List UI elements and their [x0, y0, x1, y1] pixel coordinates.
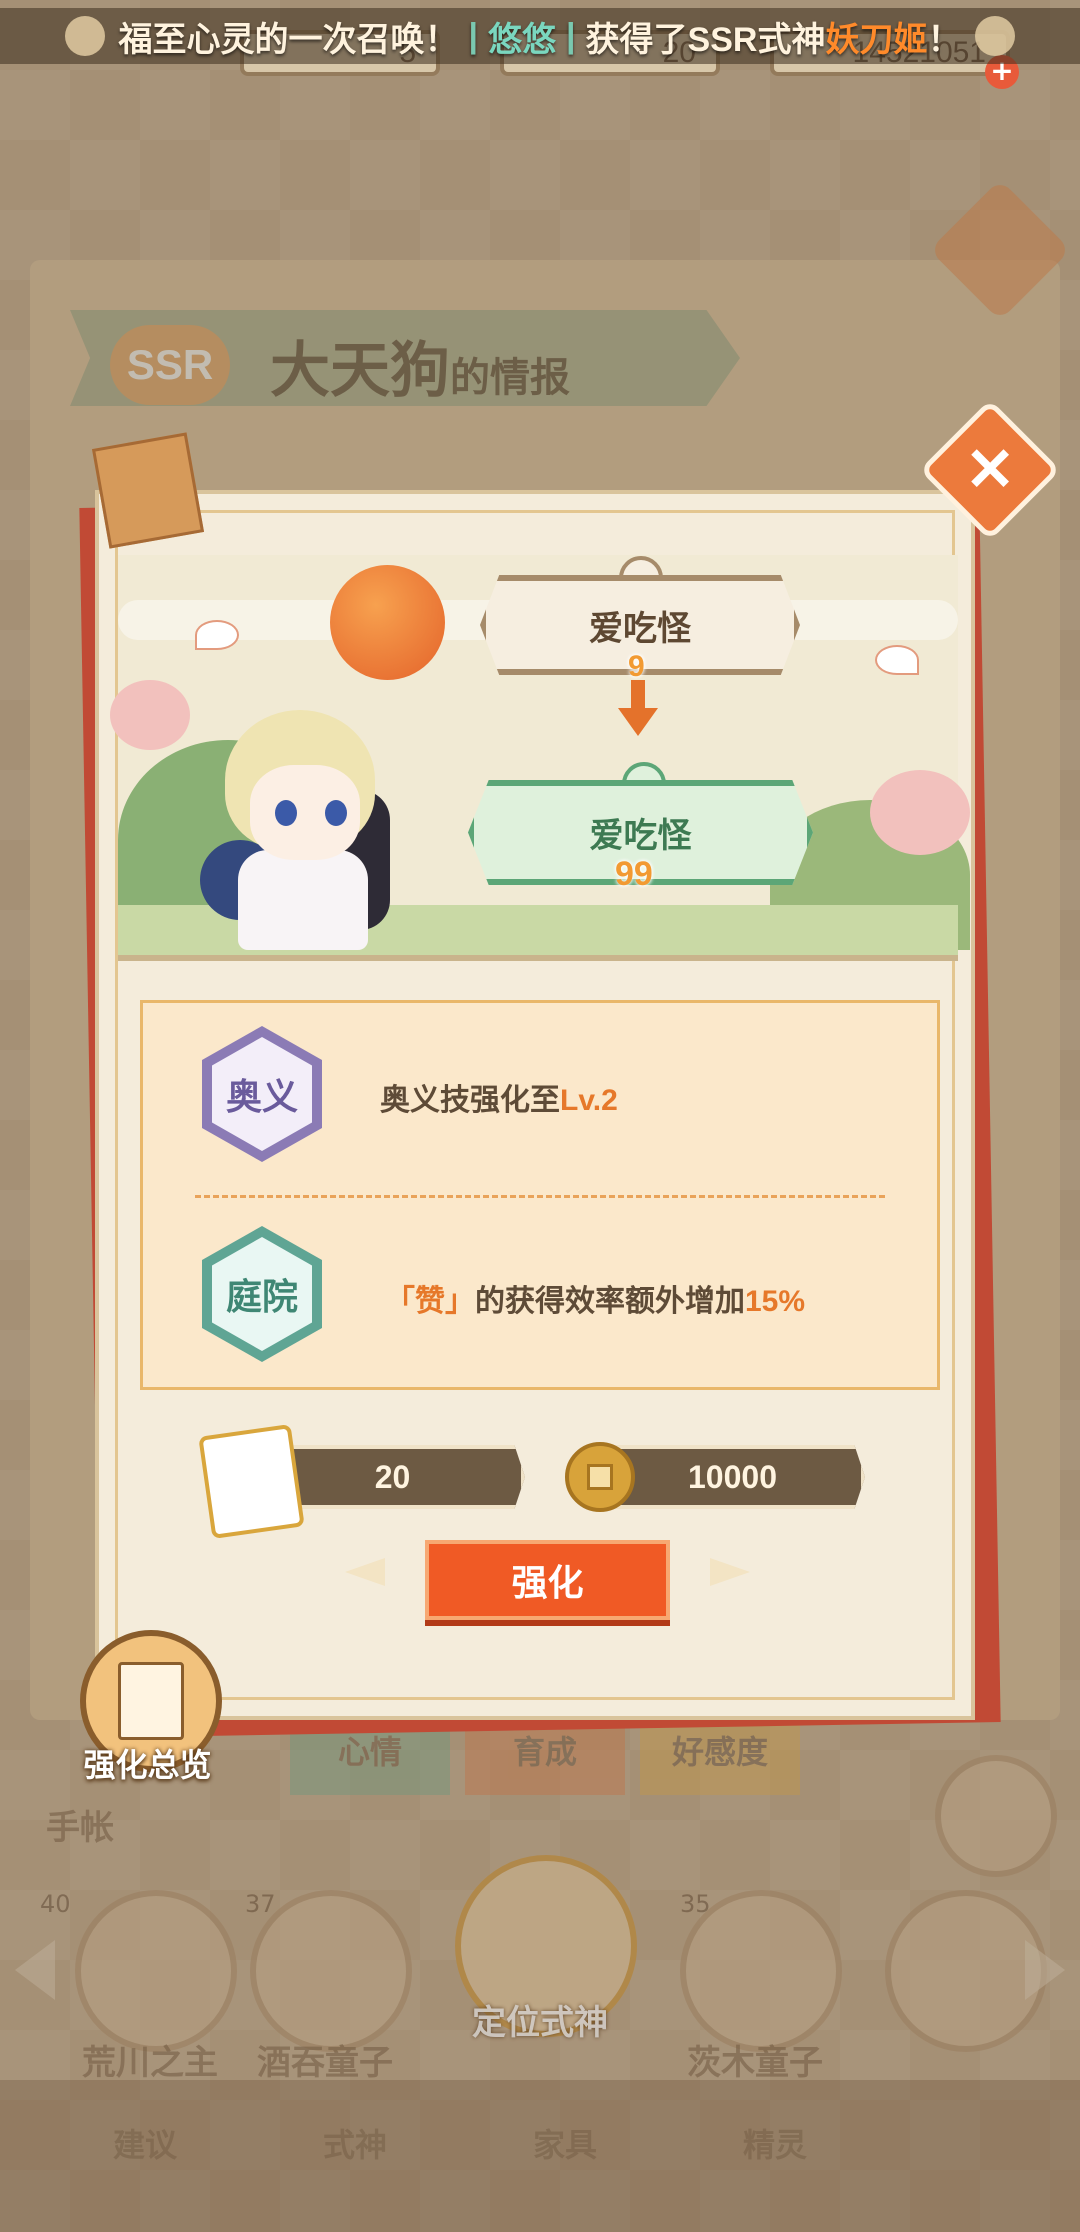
- deco-arrow-right-icon: [710, 1558, 750, 1586]
- coin-hole: [587, 1464, 613, 1490]
- flower-icon: [64, 16, 105, 56]
- character-eye: [275, 800, 297, 826]
- effect-ougi: 奥义技强化至Lv.2: [380, 1075, 618, 1119]
- announcement-ticker: 福至心灵的一次召唤！ | 悠悠 | 获得了SSR式神 妖刀姬 ！: [0, 8, 1080, 64]
- scene-divider: [118, 955, 958, 961]
- bird-icon: [195, 620, 239, 650]
- card-cost-value: 20: [374, 1458, 411, 1495]
- flower-icon: [975, 16, 1016, 56]
- document-icon: [118, 1662, 184, 1740]
- ticker-separator: |: [468, 16, 479, 55]
- effect-ougi-value: Lv.2: [560, 1084, 618, 1117]
- level-from: 9: [628, 650, 645, 683]
- close-icon: ✕: [964, 436, 1016, 503]
- ticker-shikigami: 妖刀姬: [825, 20, 928, 59]
- effect-courtyard-item: 「赞」: [385, 1285, 475, 1318]
- effect-courtyard-value: 15%: [745, 1285, 806, 1318]
- character-body: [238, 850, 368, 950]
- enhance-button[interactable]: 强化: [425, 1540, 670, 1620]
- ticker-text: 福至心灵的一次召唤！: [118, 20, 459, 59]
- wood-tag-icon: [91, 432, 205, 549]
- level-to: 99: [615, 855, 653, 893]
- panel-divider: [195, 1195, 885, 1198]
- arrow-down-icon: [631, 680, 645, 710]
- sun-icon: [330, 565, 445, 680]
- enhance-overview-label[interactable]: 强化总览: [70, 1740, 225, 1786]
- ougi-badge-label: 奥义: [212, 1037, 312, 1151]
- ticker-text: 获得了SSR式神: [585, 20, 826, 59]
- effect-courtyard-text: 的获得效率额外增加: [475, 1285, 745, 1318]
- arrow-down-icon-head: [618, 708, 658, 736]
- shikigami-card-icon: [198, 1424, 305, 1539]
- effect-ougi-text: 奥义技强化至: [380, 1084, 560, 1117]
- title-from: 爱吃怪: [589, 609, 691, 648]
- tree-right: [870, 770, 970, 855]
- coin-cost-value: 10000: [688, 1458, 777, 1495]
- tree-left: [110, 680, 190, 750]
- ticker-text: ！: [927, 20, 962, 59]
- ticker-player: 悠悠: [488, 20, 557, 59]
- coin-icon: [565, 1442, 635, 1512]
- courtyard-badge-label: 庭院: [212, 1237, 312, 1351]
- coin-cost-bar: 10000: [600, 1445, 865, 1509]
- deco-arrow-left-icon: [345, 1558, 385, 1586]
- ticker-separator: |: [566, 16, 576, 55]
- bird-icon: [875, 645, 919, 675]
- character-eye: [325, 800, 347, 826]
- effect-courtyard: 「赞」的获得效率额外增加15%: [385, 1276, 805, 1320]
- title-to: 爱吃怪: [589, 817, 692, 855]
